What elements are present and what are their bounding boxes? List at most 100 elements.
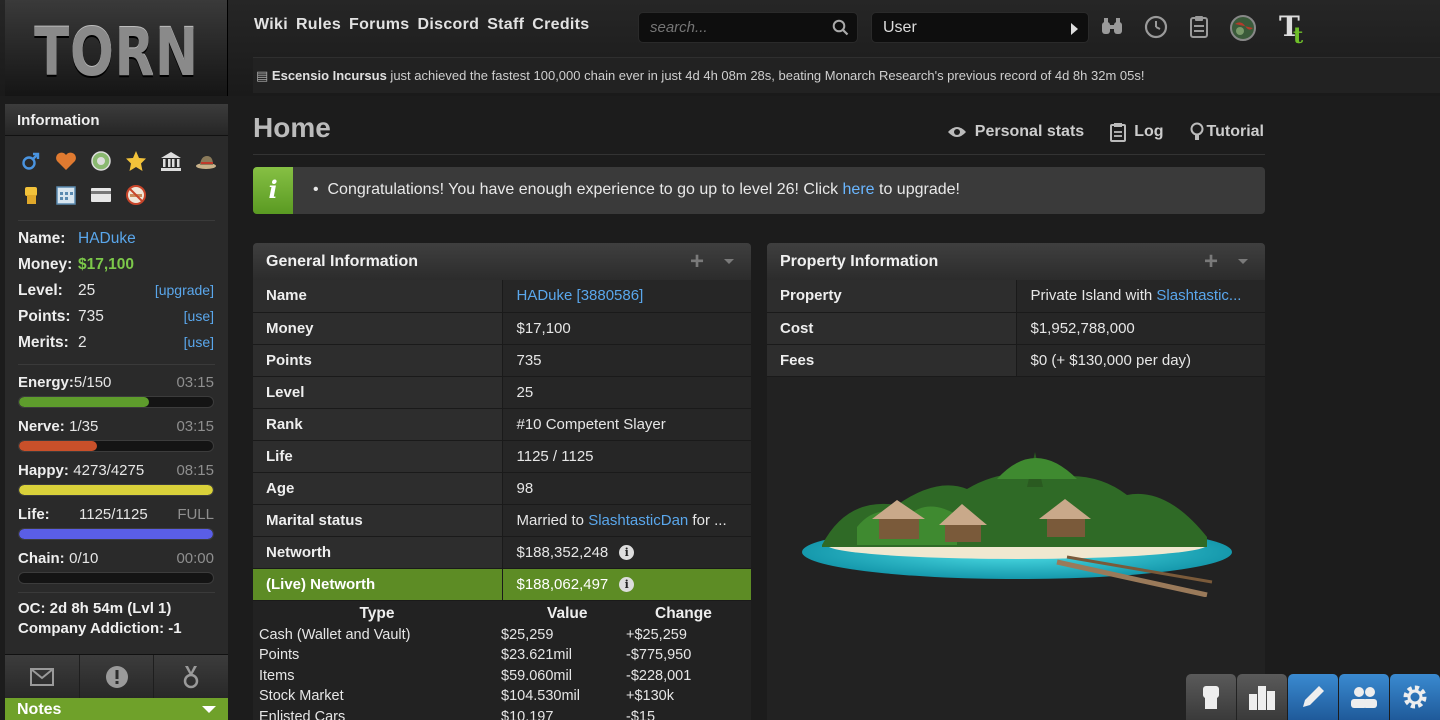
row-value: $17,100 [502, 312, 751, 345]
table-row: Points 735 [253, 344, 751, 377]
panel-header[interactable]: Property Information + [767, 243, 1265, 280]
card-icon[interactable] [88, 182, 114, 208]
nerve-progress-fill [19, 441, 97, 451]
nav-staff[interactable]: Staff [487, 16, 524, 34]
settings-button[interactable] [1390, 674, 1440, 720]
search-input[interactable] [639, 13, 819, 42]
globe-icon[interactable] [1229, 14, 1256, 41]
clipboard-icon [1110, 123, 1127, 142]
chevron-down-icon[interactable] [1238, 259, 1248, 264]
edit-button[interactable] [1288, 674, 1338, 720]
logo-text: TORN [34, 14, 199, 91]
marital-before: Married to [516, 511, 589, 529]
log-link[interactable]: Log [1110, 122, 1164, 142]
message-before: Congratulations! You have enough experie… [327, 181, 843, 198]
city-button[interactable] [1237, 674, 1287, 720]
energy-value: 5/150 [73, 374, 112, 391]
status-icons-row-2 [5, 182, 228, 208]
property-information-panel: Property Information + Property Private I… [767, 243, 1265, 720]
panel-header[interactable]: General Information + [253, 243, 751, 280]
heart-icon[interactable] [53, 148, 79, 174]
nw-value: $104.530mil [501, 688, 580, 705]
search-box [638, 12, 858, 43]
table-header-row: Type Value Change [253, 603, 751, 625]
nw-change: -$15 [626, 708, 656, 720]
nw-change: -$775,950 [626, 647, 692, 664]
male-icon[interactable] [18, 148, 44, 174]
row-key: Property [767, 280, 1017, 313]
money-row: Money: $17,100 [5, 256, 228, 282]
player-link[interactable]: HADuke [3880586] [517, 287, 644, 304]
personal-stats-label: Personal stats [974, 123, 1085, 140]
nav-discord[interactable]: Discord [418, 16, 480, 34]
chain-bar[interactable]: Chain: 0/10 00:00 [5, 550, 228, 594]
nerve-time: 03:15 [176, 418, 214, 435]
use-points-link[interactable]: [use] [184, 308, 214, 324]
nav-rules[interactable]: Rules [296, 16, 341, 34]
plus-icon[interactable]: + [690, 248, 704, 276]
oc-status[interactable]: OC: 2d 8h 54m (Lvl 1) [5, 599, 228, 619]
nerve-bar[interactable]: Nerve: 1/35 03:15 [5, 418, 228, 462]
svg-text:t: t [1293, 23, 1304, 46]
row-key: Networth [253, 536, 503, 569]
tutorial-link[interactable]: Tutorial [1190, 122, 1264, 142]
row-value: 25 [502, 376, 751, 409]
happy-time: 08:15 [176, 462, 214, 479]
spouse-link[interactable]: Slashtastic... [1156, 287, 1241, 304]
spouse-link[interactable]: SlashtasticDan [588, 512, 688, 529]
binoculars-icon[interactable] [1099, 14, 1125, 40]
sidebar-title: Information [5, 104, 228, 136]
friends-button[interactable] [1339, 674, 1389, 720]
chevron-down-icon[interactable] [724, 259, 734, 264]
nav-credits[interactable]: Credits [532, 16, 589, 34]
property-info-table: Property Private Island with Slashtastic.… [767, 280, 1265, 377]
donator-icon[interactable] [88, 148, 114, 174]
nav-wiki[interactable]: Wiki [254, 16, 288, 34]
events-button[interactable] [80, 655, 155, 698]
energy-progress [18, 396, 214, 408]
nav-forums[interactable]: Forums [349, 16, 409, 34]
nw-value: $59.060mil [501, 667, 572, 684]
logo[interactable]: TORN [5, 0, 228, 96]
money-value[interactable]: $17,100 [78, 256, 134, 274]
row-key: Name [253, 280, 503, 313]
hat-icon[interactable] [193, 148, 219, 174]
star-icon[interactable] [123, 148, 149, 174]
clock-icon[interactable] [1143, 14, 1169, 40]
search-icon[interactable] [832, 19, 849, 41]
tt-icon[interactable]: Tt [1278, 10, 1304, 49]
news-ticker[interactable]: ▤ Escensio Incursus just achieved the fa… [253, 57, 1440, 93]
table-row: Cash (Wallet and Vault) $25,259 +$25,259 [253, 625, 751, 646]
clipboard-icon[interactable] [1186, 14, 1212, 40]
nw-change: -$228,001 [626, 667, 692, 684]
quick-links [1186, 674, 1440, 720]
info-icon[interactable]: i [619, 577, 635, 593]
fist-icon[interactable] [18, 182, 44, 208]
life-bar[interactable]: Life: 1125/1125 FULL [5, 506, 228, 550]
happy-bar[interactable]: Happy: 4273/4275 08:15 [5, 462, 228, 506]
messages-button[interactable] [5, 655, 80, 698]
life-value: 1125/1125 [79, 506, 148, 523]
no-smoking-icon[interactable] [123, 182, 149, 208]
row-value: $188,352,248 i [502, 536, 751, 569]
info-icon[interactable]: i [619, 545, 635, 561]
energy-bar[interactable]: Energy:5/150 03:15 [5, 374, 228, 418]
search-type-select[interactable]: User [871, 12, 1089, 43]
use-merits-link[interactable]: [use] [184, 334, 214, 350]
upgrade-link[interactable]: [upgrade] [155, 282, 214, 298]
chain-value: 0/10 [69, 550, 99, 567]
plus-icon[interactable]: + [1204, 248, 1218, 276]
personal-stats-link[interactable]: Personal stats [947, 122, 1084, 142]
awards-button[interactable] [154, 655, 228, 698]
fist-button[interactable] [1186, 674, 1236, 720]
notes-toggle[interactable]: Notes [5, 698, 228, 720]
bank-icon[interactable] [158, 148, 184, 174]
nw-change: +$25,259 [626, 626, 687, 643]
row-key: Points [253, 344, 503, 377]
upgrade-here-link[interactable]: here [843, 181, 875, 198]
medal-icon [183, 665, 199, 688]
calendar-icon[interactable] [53, 182, 79, 208]
panel-title: Property Information [780, 253, 939, 270]
name-value-link[interactable]: HADuke [78, 230, 136, 248]
row-key: Marital status [253, 504, 503, 537]
